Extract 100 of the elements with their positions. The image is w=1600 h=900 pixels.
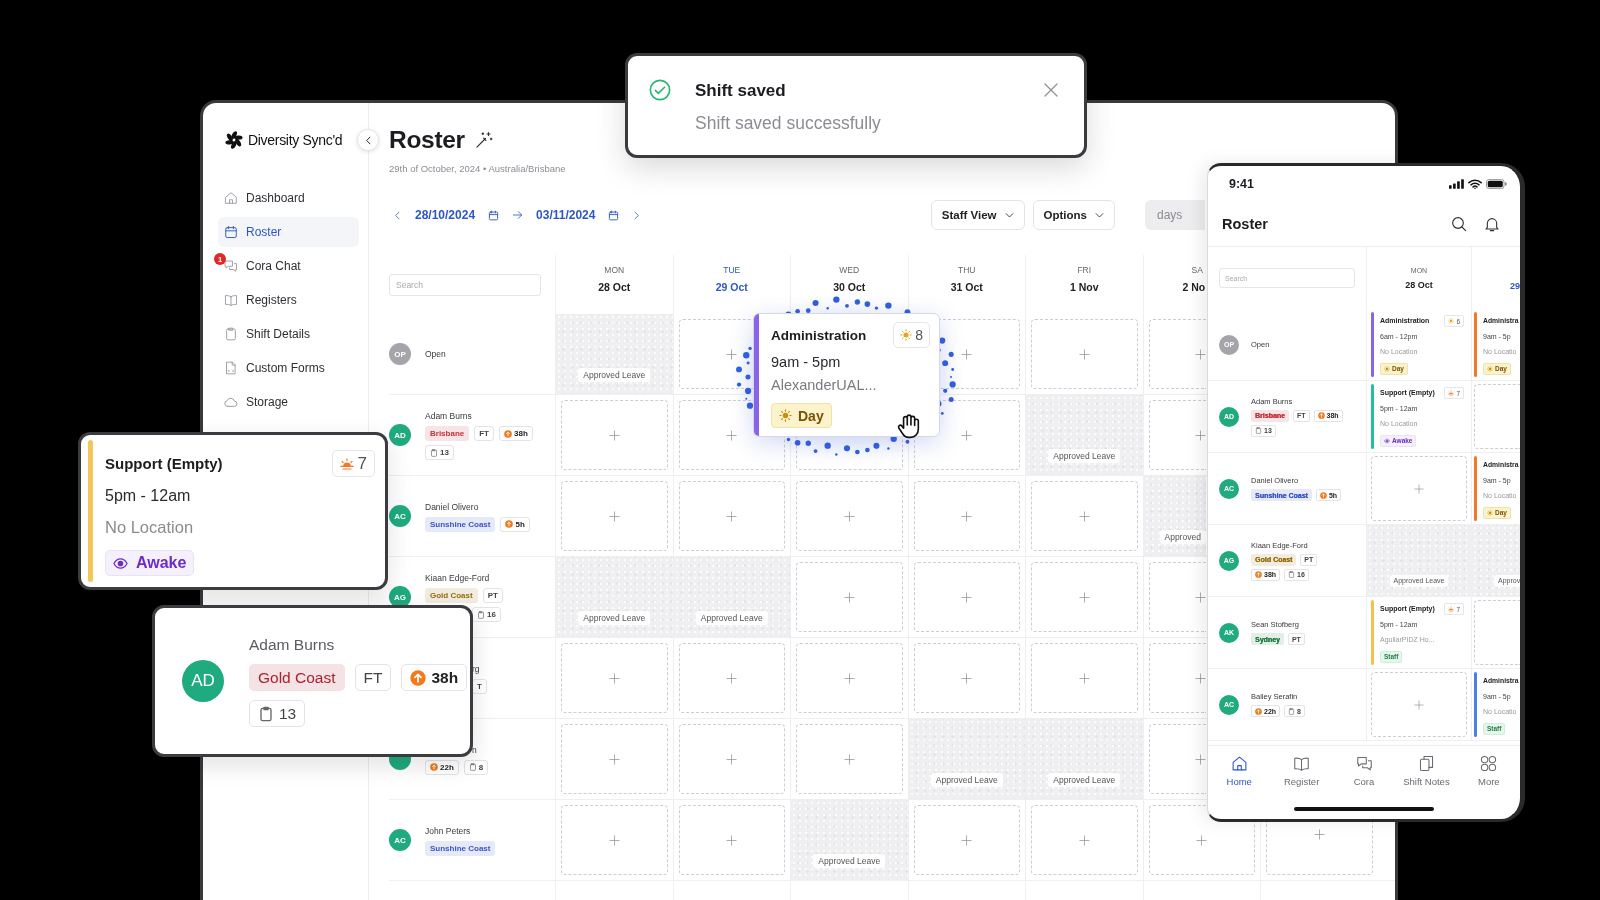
date-label: 2 No [1182,280,1206,294]
add-shift-cell[interactable] [1148,562,1206,632]
arrow-up-circle-icon [430,763,438,771]
add-shift-cell[interactable] [796,481,903,551]
staff-name: Adam Burns [249,635,335,655]
close-icon[interactable] [1043,82,1059,98]
plus-icon [608,672,620,684]
status-time: 9:41 [1229,177,1255,191]
search-icon[interactable] [1451,216,1467,232]
end-date[interactable]: 03/11/2024 [536,208,596,222]
plus-icon [1196,834,1208,846]
search-field[interactable]: Search [389,273,541,296]
shift-card[interactable]: Support (Empty) 7 5pm - 12am No Location Awake [78,432,388,590]
add-shift-cell[interactable] [678,643,785,713]
hours-value: 38h [431,668,459,687]
sidebar-item[interactable]: Storage [218,387,359,417]
date-label: 1 Nov [1069,280,1099,294]
add-shift-cell[interactable] [1148,724,1206,794]
add-shift-cell[interactable] [913,805,1020,875]
bell-icon[interactable] [1484,216,1500,232]
add-shift-cell[interactable] [678,805,785,875]
shift-location: No Location [105,517,194,538]
add-shift-cell[interactable] [796,562,903,632]
notes-count: 8 [478,762,484,772]
add-shift-cell[interactable] [1474,384,1520,449]
start-date[interactable]: 28/10/2024 [415,208,476,222]
plus-icon [961,591,973,603]
plus-icon [726,672,738,684]
date-label: 30 Oct [833,280,866,294]
leave-label: Approved [1159,530,1206,544]
tab-bar-item[interactable]: Register [1270,746,1333,796]
staff-view-dropdown[interactable]: Staff View [930,200,1025,230]
plus-icon [1194,753,1206,765]
shift-type-label: Awake [136,554,187,572]
weekday-label: SA [1191,264,1203,276]
plus-icon [1194,429,1206,441]
collapse-sidebar-button[interactable] [357,129,379,151]
tab-bar-item[interactable]: More [1457,746,1520,796]
add-shift-cell[interactable] [1031,643,1138,713]
staff-name: rg [472,662,480,675]
add-shift-cell[interactable] [913,481,1020,551]
plus-icon [961,429,973,441]
shift-popover[interactable]: Administration 8 9am - 5pm AlexanderUAL... Day [753,313,940,437]
sidebar-item[interactable]: Roster [218,217,359,247]
add-shift-cell[interactable] [913,562,1020,632]
chevron-right-icon[interactable] [632,209,642,221]
house-icon [1230,755,1248,772]
notes-count: 16 [487,610,496,619]
staff-name: n [472,743,477,756]
hours-value: 5h [515,519,525,529]
tab-bar-item[interactable]: Home [1208,746,1271,796]
date-label: 29 [1510,281,1520,292]
caret-down-icon [1095,210,1104,220]
chevron-left-icon[interactable] [393,209,402,221]
add-shift-cell[interactable] [1148,400,1206,470]
add-shift-cell[interactable] [913,643,1020,713]
plus-icon [1194,591,1206,603]
add-shift-cell[interactable] [1031,562,1138,632]
add-shift-cell[interactable] [1148,643,1206,713]
options-dropdown[interactable]: Options [1032,200,1115,230]
add-shift-cell[interactable] [561,724,668,794]
add-shift-cell[interactable] [678,724,785,794]
plus-icon [961,834,973,846]
add-shift-cell[interactable] [561,805,668,875]
shift-title: Support (Empty) [105,455,223,472]
add-shift-cell[interactable] [1474,600,1520,665]
sidebar-item[interactable]: Custom Forms [218,353,359,383]
plus-icon [843,672,855,684]
staff-name: Open [425,348,446,360]
add-shift-cell[interactable] [561,481,668,551]
add-shift-cell[interactable] [796,724,903,794]
magic-wand-icon[interactable] [474,131,493,149]
add-shift-cell[interactable] [1371,456,1467,521]
add-shift-cell[interactable] [1031,319,1138,389]
calendar-icon[interactable] [608,209,620,221]
add-shift-cell[interactable] [1031,805,1138,875]
sidebar-item[interactable]: Registers [218,285,359,315]
plus-icon [726,429,738,441]
calendar-icon[interactable] [488,209,500,221]
plus-icon [608,834,620,846]
screen-title: Roster [1222,216,1268,232]
add-shift-cell[interactable] [1371,672,1467,737]
plus-icon [961,510,973,522]
add-shift-cell[interactable] [678,481,785,551]
add-shift-cell[interactable] [561,400,668,470]
arrow-up-circle-icon [1255,571,1262,578]
add-shift-cell[interactable] [796,643,903,713]
weekday-label: THU [958,264,976,276]
shift-time: 9am - 5pm [771,353,841,372]
tab-bar-item[interactable]: Cora [1332,746,1396,796]
add-shift-cell[interactable] [1031,481,1138,551]
add-shift-cell[interactable] [1148,319,1206,389]
plus-icon [1414,483,1424,494]
plus-icon [843,510,855,522]
sidebar-item[interactable]: Shift Details [218,319,359,349]
arrow-up-circle-icon [1317,412,1325,419]
sidebar-item[interactable]: Dashboard [218,183,359,213]
add-shift-cell[interactable] [561,643,668,713]
arrow-up-circle-icon [505,520,514,528]
tab-bar-item[interactable]: Shift Notes [1395,746,1458,796]
